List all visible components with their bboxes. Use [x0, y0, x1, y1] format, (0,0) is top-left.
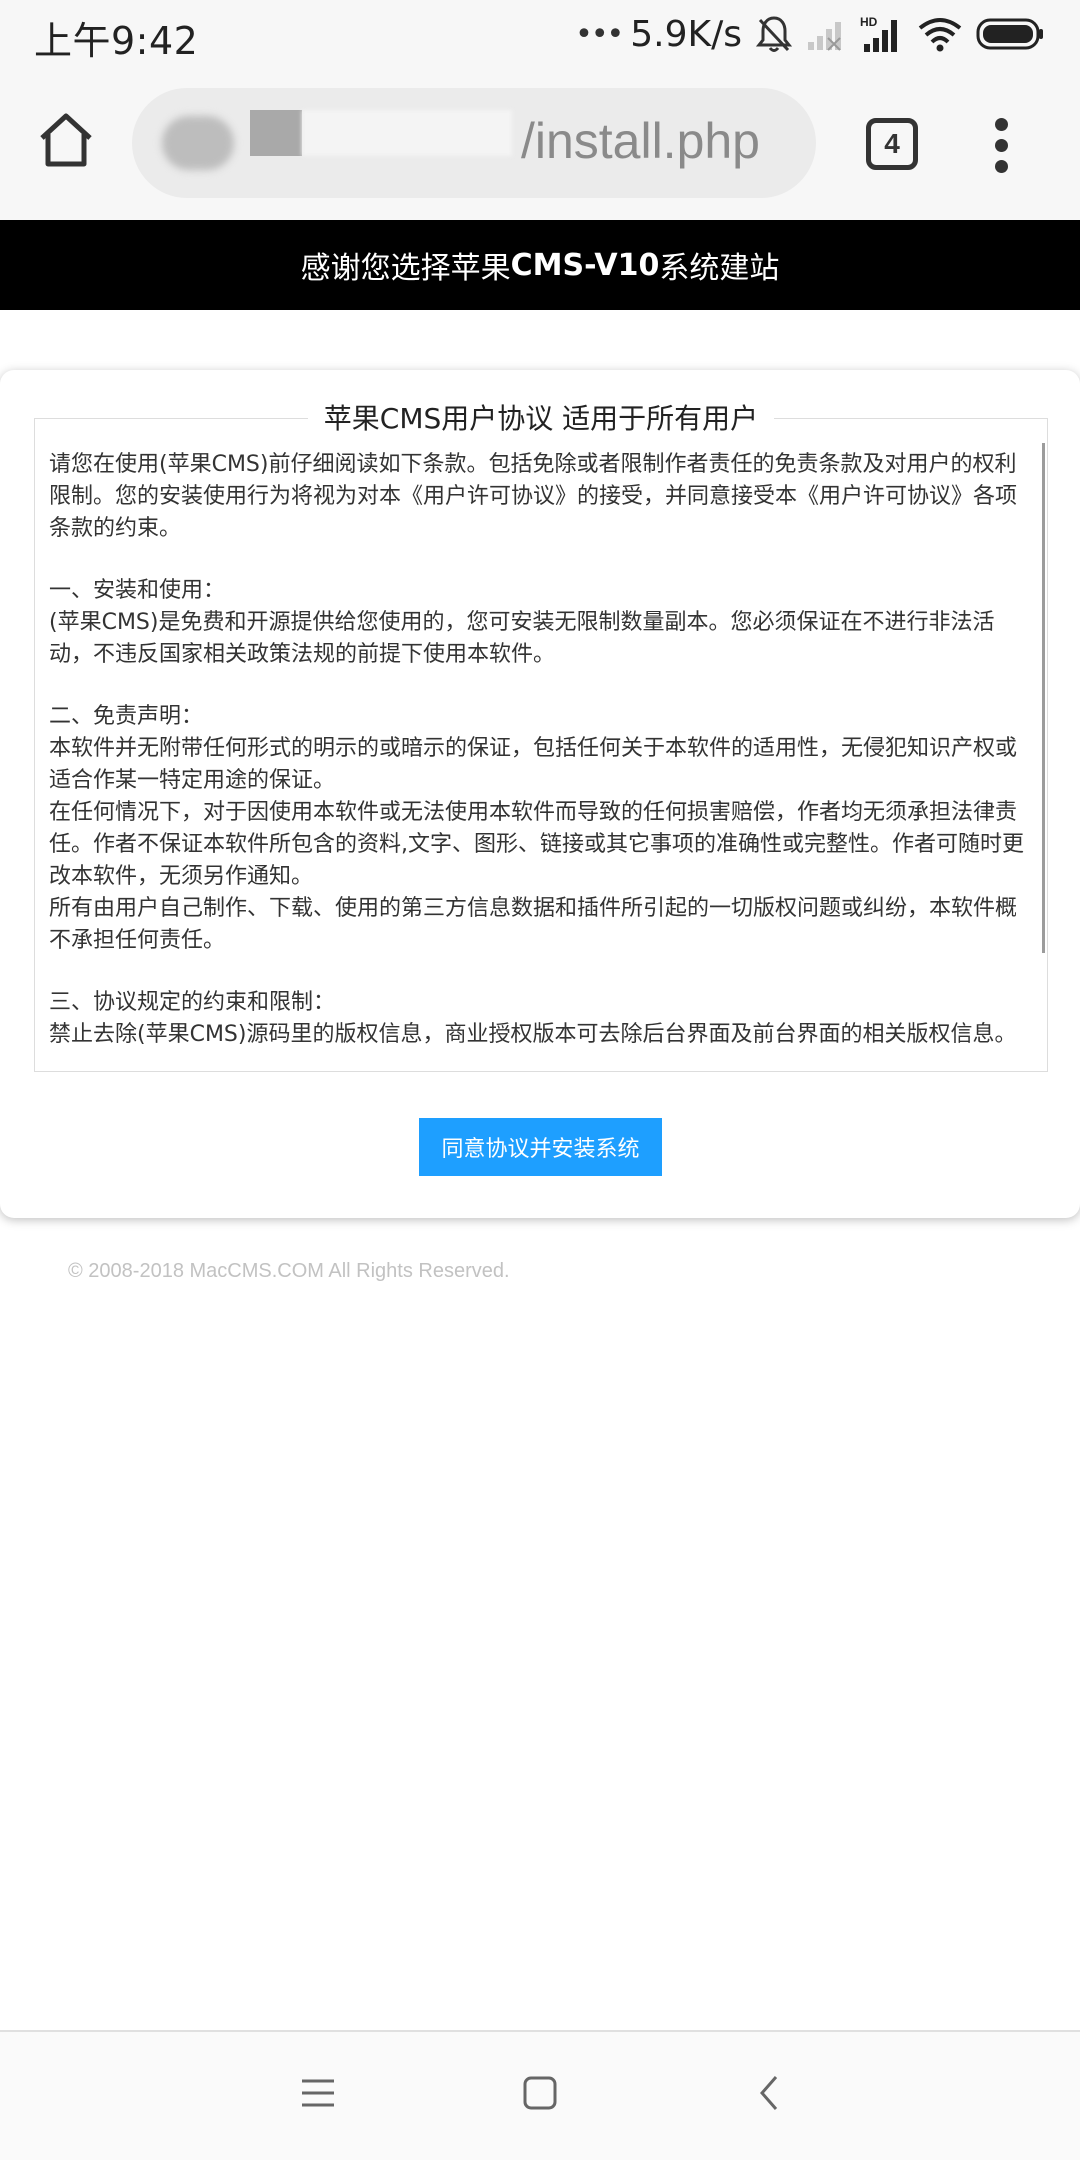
- svg-text:HD: HD: [860, 15, 878, 29]
- agreement-paragraph: 在任何情况下，对于因使用本软件或无法使用本软件而导致的任何损害赔偿，作者均无须承…: [49, 800, 1024, 889]
- system-nav-bar: [0, 2030, 1080, 2160]
- redacted-url-part: [162, 116, 234, 170]
- agreement-text-area[interactable]: 请您在使用(苹果CMS)前仔细阅读如下条款。包括免除或者限制作者责任的免责条款及…: [49, 449, 1029, 1067]
- agreement-fieldset: 苹果CMS用户协议 适用于所有用户 请您在使用(苹果CMS)前仔细阅读如下条款。…: [34, 402, 1048, 1072]
- signal-hd-icon: HD: [860, 15, 897, 52]
- agreement-scrollbar[interactable]: [1042, 443, 1045, 953]
- agreement-paragraph: 所有由用户自己制作、下载、使用的第三方信息数据和插件所引起的一切版权问题或纠纷，…: [49, 896, 1018, 953]
- menu-nav-icon[interactable]: [300, 2075, 336, 2111]
- status-time: 上午9:42: [34, 19, 199, 63]
- tab-switcher-button[interactable]: 4: [866, 118, 918, 170]
- header-prefix: 感谢您选择苹果: [300, 251, 511, 286]
- back-nav-icon[interactable]: [752, 2075, 788, 2111]
- network-speed: 5.9K/s: [630, 13, 742, 55]
- agreement-card: 苹果CMS用户协议 适用于所有用户 请您在使用(苹果CMS)前仔细阅读如下条款。…: [0, 370, 1080, 1218]
- battery-icon: [976, 18, 1043, 50]
- signal-empty-icon: [808, 22, 841, 51]
- overflow-menu-icon[interactable]: [988, 116, 1018, 176]
- browser-toolbar: /install.php 4: [0, 68, 1080, 220]
- agreement-title: 苹果CMS用户协议 适用于所有用户: [307, 402, 775, 435]
- home-icon[interactable]: [36, 110, 96, 170]
- agreement-paragraph: 请您在使用(苹果CMS)前仔细阅读如下条款。包括免除或者限制作者责任的免责条款及…: [49, 452, 1018, 541]
- agreement-legend: 苹果CMS用户协议 适用于所有用户: [35, 397, 1047, 437]
- url-text: /install.php: [520, 113, 760, 169]
- agreement-paragraph: 二、免责声明：: [49, 704, 204, 729]
- agree-install-button[interactable]: 同意协议并安装系统: [419, 1118, 662, 1176]
- header-bold: CMS-V10: [510, 247, 660, 283]
- address-bar[interactable]: /install.php: [132, 88, 816, 198]
- redacted-url-part: [302, 110, 512, 156]
- agreement-paragraph: 三、协议规定的约束和限制：: [49, 990, 336, 1015]
- more-notifications-icon: •••: [575, 16, 624, 52]
- wifi-icon: [918, 18, 962, 52]
- copyright-text: © 2008-2018 MacCMS.COM All Rights Reserv…: [68, 1260, 510, 1282]
- agreement-paragraph: (苹果CMS)是免费和开源提供给您使用的，您可安装无限制数量副本。您必须保证在不…: [49, 610, 995, 667]
- page-header: 感谢您选择苹果 CMS-V10 系统建站: [0, 220, 1080, 310]
- agreement-paragraph: 禁止去除(苹果CMS)源码里的版权信息，商业授权版本可去除后台界面及前台界面的相…: [49, 1022, 1017, 1047]
- agreement-paragraph: 本软件并无附带任何形式的明示的或暗示的保证，包括任何关于本软件的适用性，无侵犯知…: [49, 736, 1018, 793]
- redacted-url-part: [250, 110, 302, 156]
- status-icons: ••• 5.9K/s HD: [575, 10, 1046, 58]
- bell-muted-icon: [756, 16, 792, 52]
- home-nav-icon[interactable]: [522, 2075, 558, 2111]
- agreement-paragraph: 一、安装和使用：: [49, 578, 226, 603]
- status-bar: 上午9:42 ••• 5.9K/s HD: [0, 0, 1080, 68]
- header-suffix: 系统建站: [659, 251, 780, 286]
